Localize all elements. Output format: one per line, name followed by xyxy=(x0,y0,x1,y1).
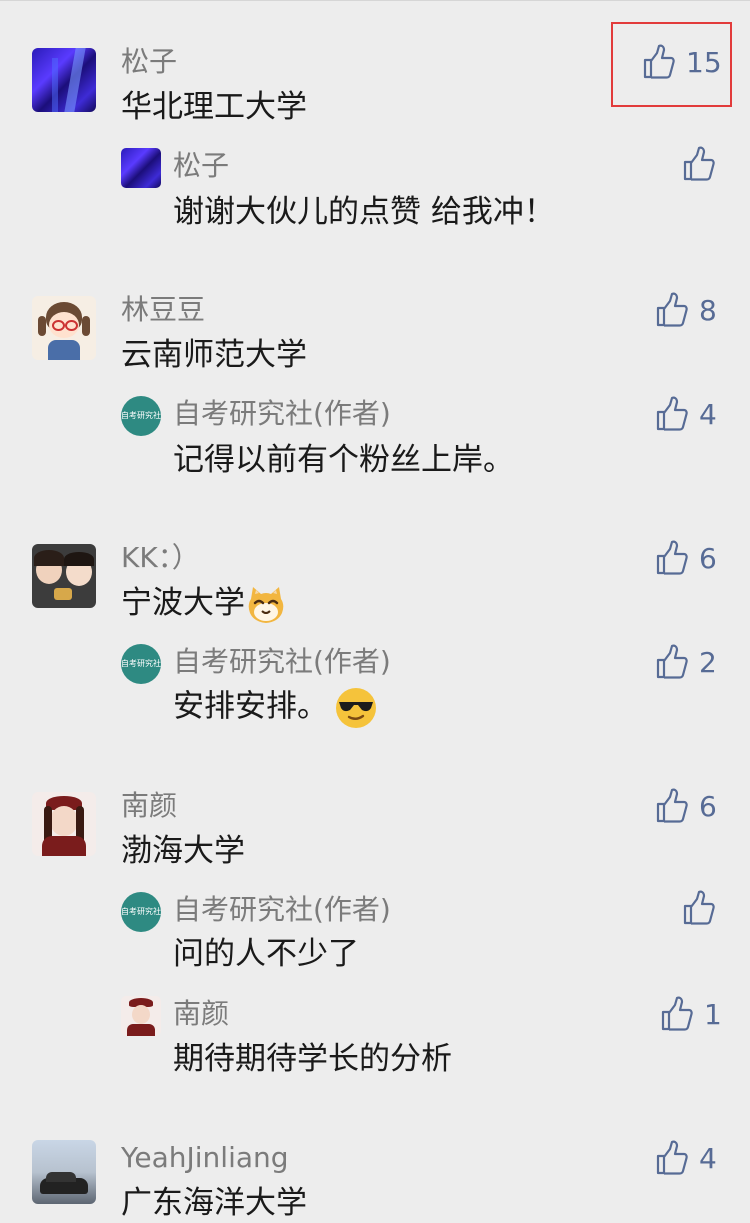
like-button[interactable]: 4 xyxy=(655,1138,717,1178)
like-button[interactable]: 4 xyxy=(655,394,717,434)
avatar[interactable] xyxy=(121,996,161,1036)
thumbs-up-icon xyxy=(656,540,688,575)
like-count: 4 xyxy=(699,1141,717,1175)
comment-text: 广东海洋大学 xyxy=(121,1185,307,1221)
comment-text: 宁波大学 xyxy=(121,583,287,625)
thumbs-up-icon xyxy=(683,890,715,925)
reply-author[interactable]: 自考研究社(作者) xyxy=(173,893,391,927)
like-count: 6 xyxy=(699,541,717,575)
avatar[interactable] xyxy=(32,1140,96,1204)
thumbs-up-icon xyxy=(656,644,688,679)
comment-author[interactable]: 南颜 xyxy=(121,789,177,823)
like-button[interactable]: 1 xyxy=(660,994,722,1034)
author-avatar[interactable]: 自考研究社 xyxy=(121,892,161,932)
thumbs-up-icon xyxy=(656,788,688,823)
like-count: 1 xyxy=(704,997,722,1031)
comment-author[interactable]: 松子 xyxy=(121,45,177,79)
thumbs-up-icon xyxy=(661,996,693,1031)
comment-text: 华北理工大学 xyxy=(121,89,307,125)
reply-author[interactable]: 自考研究社(作者) xyxy=(173,645,391,679)
author-avatar-text: 自考研究社 xyxy=(121,411,161,420)
reply-text: 问的人不少了 xyxy=(173,936,359,972)
comment-text-content: 宁波大学 xyxy=(121,585,245,621)
comment-text: 渤海大学 xyxy=(121,833,245,869)
thumbs-up-icon xyxy=(656,396,688,431)
reply-text: 期待期待学长的分析 xyxy=(173,1041,452,1077)
comment-author[interactable]: YeahJinliang xyxy=(121,1141,289,1175)
like-count: 6 xyxy=(699,789,717,823)
like-button[interactable]: 15 xyxy=(642,42,722,82)
like-button[interactable]: 8 xyxy=(655,290,717,330)
like-button[interactable]: 2 xyxy=(655,642,717,682)
reply-author[interactable]: 松子 xyxy=(173,149,229,183)
avatar[interactable] xyxy=(32,296,96,360)
reply-text: 记得以前有个粉丝上岸。 xyxy=(173,442,514,478)
author-avatar-text: 自考研究社 xyxy=(121,659,161,668)
like-button[interactable] xyxy=(682,888,716,928)
author-avatar[interactable]: 自考研究社 xyxy=(121,644,161,684)
author-avatar-text: 自考研究社 xyxy=(121,907,161,916)
author-avatar[interactable]: 自考研究社 xyxy=(121,396,161,436)
like-button[interactable]: 6 xyxy=(655,786,717,826)
thumbs-up-icon xyxy=(683,146,715,181)
comment-text: 云南师范大学 xyxy=(121,337,307,373)
like-count: 4 xyxy=(699,397,717,431)
thumbs-up-icon xyxy=(656,292,688,327)
top-divider xyxy=(0,0,750,1)
like-count: 2 xyxy=(699,645,717,679)
reply-text-content: 安排安排。 xyxy=(173,688,328,725)
like-count: 8 xyxy=(699,293,717,327)
like-button[interactable]: 6 xyxy=(655,538,717,578)
avatar[interactable] xyxy=(32,48,96,112)
avatar[interactable] xyxy=(32,792,96,856)
thumbs-up-icon xyxy=(656,1140,688,1175)
reply-author[interactable]: 南颜 xyxy=(173,997,229,1031)
reply-text: 安排安排。 xyxy=(173,686,378,730)
comment-author[interactable]: 林豆豆 xyxy=(121,293,205,327)
thumbs-up-icon xyxy=(643,44,675,79)
avatar[interactable] xyxy=(121,148,161,188)
like-button[interactable] xyxy=(682,144,716,184)
like-count: 15 xyxy=(686,45,722,79)
reply-text: 谢谢大伙儿的点赞 给我冲！ xyxy=(173,194,555,230)
cat-face-emoji xyxy=(248,586,284,623)
avatar[interactable] xyxy=(32,544,96,608)
sunglasses-emoji xyxy=(336,688,376,728)
reply-author[interactable]: 自考研究社(作者) xyxy=(173,397,391,431)
comment-author[interactable]: KK：） xyxy=(121,541,200,575)
